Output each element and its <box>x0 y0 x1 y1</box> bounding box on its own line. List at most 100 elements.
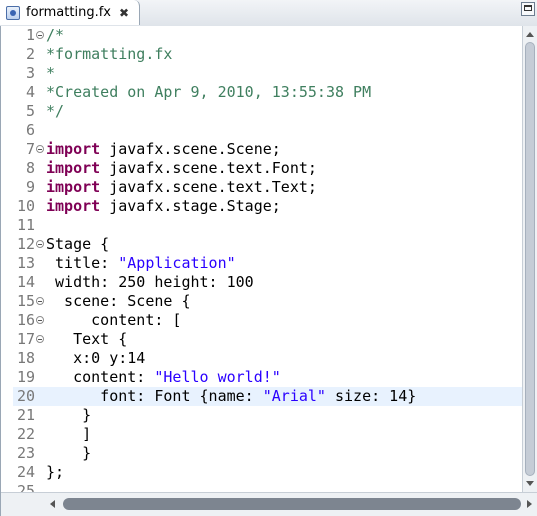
code-line[interactable]: 1 /* <box>13 26 523 45</box>
code-line[interactable]: 13 title: "Application" <box>13 254 523 273</box>
tab-formatting-fx[interactable]: formatting.fx ✖ <box>0 0 140 25</box>
fold-toggle-icon[interactable] <box>36 145 44 153</box>
code-text: content: "Hello world!" <box>46 368 281 387</box>
code-line[interactable]: 19 content: "Hello world!" <box>13 368 523 387</box>
tab-label: formatting.fx <box>26 5 111 20</box>
code-line[interactable]: 14 width: 250 height: 100 <box>13 273 523 292</box>
code-token: javafx.scene.text.Text; <box>100 178 317 196</box>
line-number: 21 <box>16 406 35 424</box>
line-number: 6 <box>25 121 35 139</box>
line-number: 8 <box>25 159 35 177</box>
code-text: x:0 y:14 <box>46 349 145 368</box>
code-text: *Created on Apr 9, 2010, 13:55:38 PM <box>46 83 371 102</box>
vertical-scroll-thumb[interactable] <box>525 42 535 476</box>
line-number: 23 <box>16 444 35 462</box>
code-line[interactable]: 7 import javafx.scene.Scene; <box>13 140 523 159</box>
code-line[interactable]: 10 import javafx.stage.Stage; <box>13 197 523 216</box>
scroll-right-arrow-icon[interactable] <box>524 499 534 509</box>
code-text: title: "Application" <box>46 254 236 273</box>
code-text: content: [ <box>46 311 181 330</box>
horizontal-scrollbar[interactable] <box>1 492 537 516</box>
fold-toggle-icon[interactable] <box>36 240 44 248</box>
code-token: font: Font {name: <box>46 387 263 405</box>
code-text: } <box>46 406 91 425</box>
comment-token: *formatting.fx <box>46 45 173 63</box>
comment-token: *Created on Apr 9, 2010, 13:55:38 PM <box>46 83 372 101</box>
fold-toggle-icon[interactable] <box>36 31 44 39</box>
code-line[interactable]: 16 content: [ <box>13 311 523 330</box>
code-text: import javafx.scene.text.Font; <box>46 159 317 178</box>
code-line[interactable]: 5 */ <box>13 102 523 121</box>
line-number: 18 <box>16 349 35 367</box>
code-line[interactable]: 20 font: Font {name: "Arial" size: 14} <box>13 387 523 406</box>
line-number: 15 <box>16 292 35 310</box>
code-token: content: [ <box>46 311 182 329</box>
code-line[interactable]: 8 import javafx.scene.text.Font; <box>13 159 523 178</box>
line-number: 4 <box>25 83 35 101</box>
code-text: */ <box>46 102 64 121</box>
code-text: /* <box>46 26 64 45</box>
fold-toggle-icon[interactable] <box>36 335 44 343</box>
code-line[interactable]: 22 ] <box>13 425 523 444</box>
code-text: import javafx.scene.text.Text; <box>46 178 317 197</box>
keyword-token: import <box>46 159 101 177</box>
code-line[interactable]: 24}; <box>13 463 523 482</box>
code-editor[interactable]: 1 /* 2 *formatting.fx 3 * 4 *Created on Apr 9, … <box>0 26 537 516</box>
code-token: content: <box>46 368 155 386</box>
code-text: font: Font {name: "Arial" size: 14} <box>46 387 416 406</box>
line-number: 13 <box>16 254 35 272</box>
code-line[interactable]: 17 Text { <box>13 330 523 349</box>
line-number: 5 <box>25 102 35 120</box>
code-text: scene: Scene { <box>46 292 191 311</box>
code-token: javafx.scene.text.Font; <box>100 159 317 177</box>
code-text: width: 250 height: 100 <box>46 273 254 292</box>
keyword-token: import <box>46 140 101 158</box>
line-number: 22 <box>16 425 35 443</box>
line-number: 1 <box>25 26 35 44</box>
line-number: 16 <box>16 311 35 329</box>
code-line[interactable]: 23 } <box>13 444 523 463</box>
keyword-token: import <box>46 197 101 215</box>
editor-tab-strip: formatting.fx ✖ <box>0 0 537 27</box>
code-lines[interactable]: 1 /* 2 *formatting.fx 3 * 4 *Created on Apr 9, … <box>13 26 523 492</box>
fold-toggle-icon[interactable] <box>36 316 44 324</box>
code-token: title: <box>46 254 119 272</box>
line-number: 17 <box>16 330 35 348</box>
code-text: }; <box>46 463 64 482</box>
code-text: import javafx.scene.Scene; <box>46 140 281 159</box>
code-line[interactable]: 11 <box>13 216 523 235</box>
horizontal-scroll-thumb[interactable] <box>63 498 521 510</box>
maximize-icon[interactable] <box>521 2 535 16</box>
vertical-scrollbar[interactable] <box>522 26 537 492</box>
line-number: 12 <box>16 235 35 253</box>
line-number: 7 <box>25 140 35 158</box>
line-number: 14 <box>16 273 35 291</box>
keyword-token: import <box>46 178 101 196</box>
code-line[interactable]: 6 <box>13 121 523 140</box>
code-line[interactable]: 15 scene: Scene { <box>13 292 523 311</box>
code-token: x:0 y:14 <box>46 349 146 367</box>
scroll-down-arrow-icon[interactable] <box>525 478 535 488</box>
code-text: import javafx.stage.Stage; <box>46 197 281 216</box>
code-token: Text { <box>46 330 128 348</box>
scroll-left-arrow-icon[interactable] <box>48 499 58 509</box>
code-line[interactable]: 18 x:0 y:14 <box>13 349 523 368</box>
fold-toggle-icon[interactable] <box>36 297 44 305</box>
code-text: } <box>46 444 91 463</box>
code-token: scene: Scene { <box>46 292 191 310</box>
annotation-ruler <box>1 26 13 492</box>
scroll-up-arrow-icon[interactable] <box>525 30 535 40</box>
code-text: Text { <box>46 330 127 349</box>
code-text: Stage { <box>46 235 109 254</box>
code-line[interactable]: 21 } <box>13 406 523 425</box>
code-line[interactable]: 4 *Created on Apr 9, 2010, 13:55:38 PM <box>13 83 523 102</box>
code-line[interactable]: 25 <box>13 482 523 492</box>
code-token: }; <box>46 463 65 481</box>
line-number: 20 <box>16 387 35 405</box>
code-line[interactable]: 2 *formatting.fx <box>13 45 523 64</box>
code-line[interactable]: 12 Stage { <box>13 235 523 254</box>
code-line[interactable]: 9 import javafx.scene.text.Text; <box>13 178 523 197</box>
code-line[interactable]: 3 * <box>13 64 523 83</box>
close-icon[interactable]: ✖ <box>119 7 129 19</box>
comment-token: /* <box>46 26 65 44</box>
